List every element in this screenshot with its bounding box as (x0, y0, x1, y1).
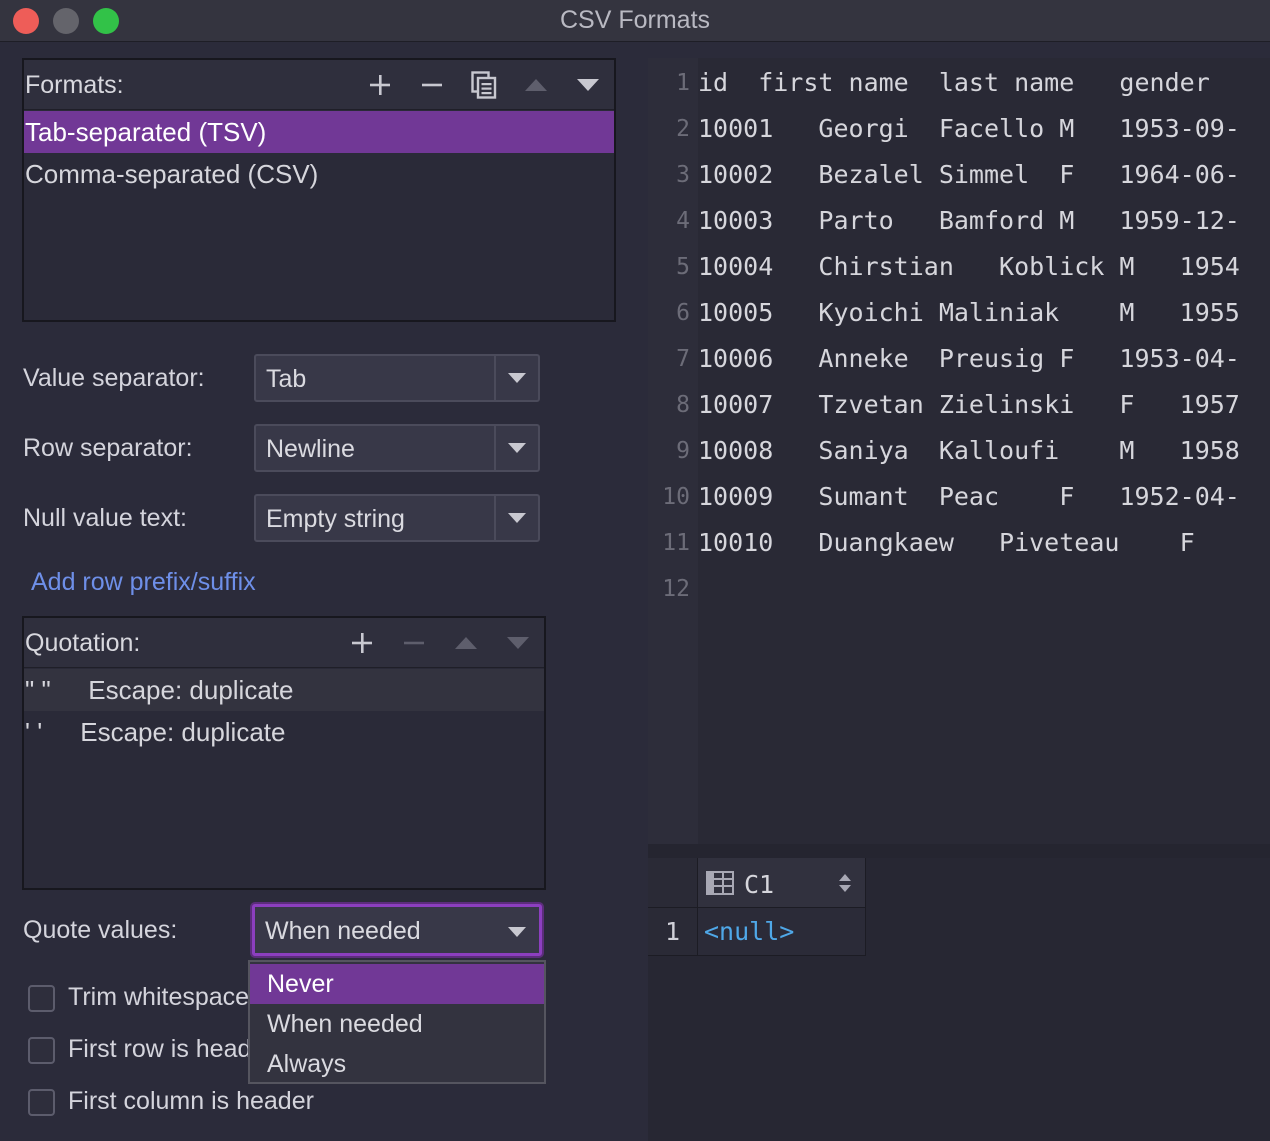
first-column-header-label: First column is header (68, 1087, 314, 1115)
quote-option-when-needed[interactable]: When needed (250, 1004, 544, 1044)
line-text: 10009 Sumant Peac F 1952-04- (698, 482, 1240, 511)
plus-icon (370, 75, 390, 95)
window-title: CSV Formats (559, 6, 711, 34)
row-separator-label: Row separator: (23, 434, 193, 462)
remove-quotation-button[interactable] (398, 627, 430, 659)
table-column-icon (706, 871, 734, 900)
line-number: 7 (676, 346, 690, 372)
line-number: 6 (676, 300, 690, 326)
line-number: 8 (676, 392, 690, 418)
grid-column-header[interactable]: C1 (698, 858, 866, 908)
formats-panel: Formats: Tab-separated (TSV) Comma-separ… (22, 58, 616, 322)
quotation-panel: Quotation: " " Escape: duplicate ' ' Esc… (22, 616, 546, 890)
line-number: 11 (662, 530, 690, 556)
quotation-toolbar: Quotation: (24, 618, 544, 668)
remove-format-button[interactable] (416, 69, 448, 101)
value-separator-dropdown-button[interactable] (494, 356, 538, 400)
quotation-label: Quotation: (25, 629, 141, 657)
quotation-quote-chars: " " (25, 675, 51, 705)
line-text: 10003 Parto Bamford M 1959-12- (698, 206, 1240, 235)
quotation-escape-text: Escape: duplicate (88, 675, 294, 705)
move-format-down-button[interactable] (572, 69, 604, 101)
line-number: 5 (676, 254, 690, 280)
line-text: 10006 Anneke Preusig F 1953-04- (698, 344, 1240, 373)
grid-row-number: 1 (648, 908, 698, 956)
chevron-down-icon (508, 513, 526, 523)
quote-option-never[interactable]: Never (250, 964, 544, 1004)
add-quotation-button[interactable] (346, 627, 378, 659)
line-text: 10005 Kyoichi Maliniak M 1955 (698, 298, 1240, 327)
quotation-escape-text: Escape: duplicate (80, 717, 286, 747)
chevron-down-icon (508, 927, 526, 937)
minus-icon (404, 641, 424, 645)
chevron-down-icon (508, 373, 526, 383)
plus-icon (352, 633, 372, 653)
minus-icon (422, 83, 442, 87)
csv-preview[interactable]: 1 id first name last name gender 2 10001 Ge… (648, 58, 1270, 844)
triangle-up-icon (525, 79, 547, 91)
sort-arrows-icon[interactable] (839, 874, 851, 897)
grid-cell[interactable]: <null> (698, 908, 866, 956)
quotation-quote-chars: ' ' (25, 717, 43, 747)
title-bar: CSV Formats (0, 0, 1270, 42)
line-number: 9 (676, 438, 690, 464)
line-number: 3 (676, 162, 690, 188)
row-separator-dropdown-button[interactable] (494, 426, 538, 470)
copy-icon (471, 71, 497, 99)
add-row-prefix-suffix-link[interactable]: Add row prefix/suffix (31, 568, 256, 597)
move-format-up-button[interactable] (520, 69, 552, 101)
copy-format-button[interactable] (468, 69, 500, 101)
value-separator-label: Value separator: (23, 364, 205, 392)
chevron-down-icon (508, 443, 526, 453)
triangle-up-icon (455, 637, 477, 649)
move-quotation-down-button[interactable] (502, 627, 534, 659)
null-value-text-combo[interactable]: Empty string (254, 494, 540, 542)
trim-whitespace-checkbox[interactable] (28, 985, 55, 1012)
quote-option-always[interactable]: Always (250, 1044, 544, 1084)
triangle-down-icon (507, 637, 529, 649)
line-number: 2 (676, 116, 690, 142)
line-number: 1 (676, 70, 690, 96)
line-text: 10001 Georgi Facello M 1953-09- (698, 114, 1240, 143)
line-text: 10007 Tzvetan Zielinski F 1957 (698, 390, 1240, 419)
quote-values-dropdown-button[interactable] (501, 916, 533, 948)
line-number: 10 (662, 484, 690, 510)
result-grid: C1 1 <null> (648, 858, 1270, 1141)
quotation-item-single[interactable]: ' ' Escape: duplicate (24, 711, 544, 753)
value-separator-value: Tab (266, 365, 307, 393)
line-text: 10002 Bezalel Simmel F 1964-06- (698, 160, 1240, 189)
null-value-text-dropdown-button[interactable] (494, 496, 538, 540)
formats-toolbar: Formats: (24, 60, 614, 110)
quotation-item-double[interactable]: " " Escape: duplicate (24, 669, 544, 711)
first-row-header-checkbox[interactable] (28, 1037, 55, 1064)
triangle-down-icon (577, 79, 599, 91)
row-separator-combo[interactable]: Newline (254, 424, 540, 472)
null-value-text-label: Null value text: (23, 504, 187, 532)
first-row-header-label: First row is header (68, 1035, 274, 1063)
add-format-button[interactable] (364, 69, 396, 101)
format-item-tsv[interactable]: Tab-separated (TSV) (24, 111, 614, 153)
format-item-csv[interactable]: Comma-separated (CSV) (24, 153, 614, 195)
line-number: 12 (662, 576, 690, 602)
formats-label: Formats: (25, 71, 124, 99)
line-text: 10004 Chirstian Koblick M 1954 (698, 252, 1240, 281)
quote-values-value: When needed (265, 917, 421, 945)
move-quotation-up-button[interactable] (450, 627, 482, 659)
quote-values-popup: Never When needed Always (248, 960, 546, 1084)
grid-corner (648, 858, 698, 908)
first-column-header-checkbox[interactable] (28, 1089, 55, 1116)
value-separator-combo[interactable]: Tab (254, 354, 540, 402)
row-separator-value: Newline (266, 435, 355, 463)
line-number: 4 (676, 208, 690, 234)
panel-splitter[interactable] (648, 844, 1270, 858)
null-value-text-value: Empty string (266, 505, 405, 533)
quote-values-combo[interactable]: When needed (252, 904, 542, 956)
line-text: 10010 Duangkaew Piveteau F (698, 528, 1195, 557)
quote-values-label: Quote values: (23, 916, 178, 944)
line-text: 10008 Saniya Kalloufi M 1958 (698, 436, 1240, 465)
grid-column-name: C1 (744, 870, 775, 899)
line-text: id first name last name gender (698, 68, 1210, 97)
trim-whitespace-label: Trim whitespace (68, 983, 250, 1011)
